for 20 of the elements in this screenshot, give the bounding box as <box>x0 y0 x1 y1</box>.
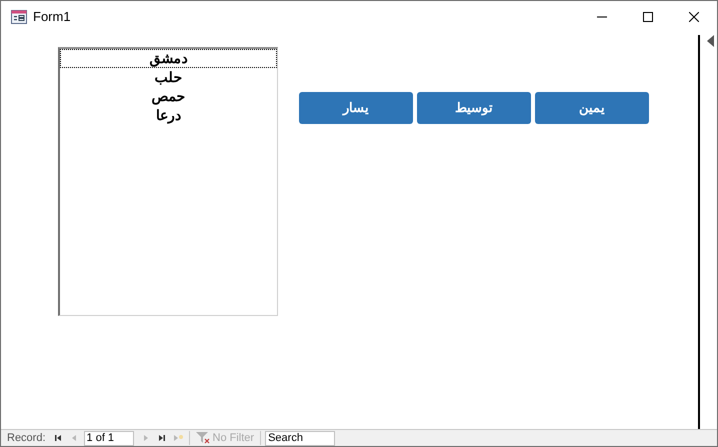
list-item[interactable]: دمشق <box>60 49 277 68</box>
align-button[interactable]: توسيط <box>417 92 531 124</box>
align-button[interactable]: يسار <box>299 92 413 124</box>
record-label: Record: <box>7 430 46 446</box>
maximize-icon <box>643 12 653 22</box>
last-arrow-icon <box>156 433 167 443</box>
search-field[interactable]: Search <box>265 430 336 446</box>
align-button[interactable]: يمين <box>535 92 649 124</box>
new-record-icon <box>172 433 183 443</box>
left-arrow-icon <box>707 35 714 47</box>
form-icon <box>11 10 27 24</box>
record-position-field[interactable]: 1 of 1 <box>84 430 134 446</box>
list-item[interactable]: درعا <box>60 106 277 125</box>
filter-icon <box>196 432 210 444</box>
list-item[interactable]: حلب <box>60 68 277 87</box>
close-icon <box>689 12 699 22</box>
city-listbox[interactable]: دمشق حلب حمص درعا <box>58 47 278 316</box>
first-arrow-icon <box>52 433 63 443</box>
window-title: Form1 <box>33 8 71 26</box>
list-item[interactable]: حمص <box>60 87 277 106</box>
